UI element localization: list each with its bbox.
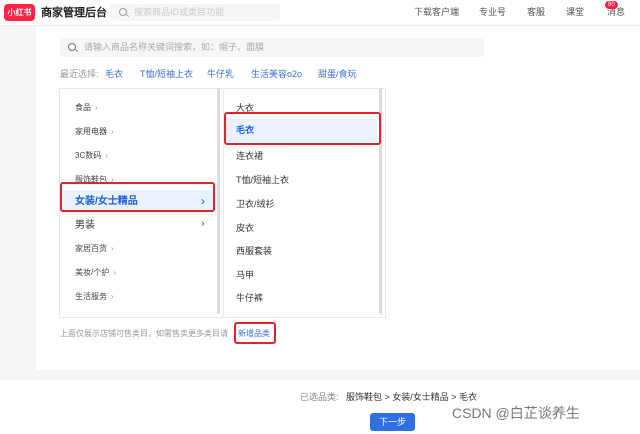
search-icon (119, 8, 127, 16)
level2-item[interactable]: 皮衣 (236, 223, 254, 234)
recent-item[interactable]: 毛衣 (105, 68, 123, 80)
chevron-right-icon: › (201, 218, 205, 230)
level2-item[interactable]: 马甲 (236, 270, 254, 281)
chevron-right-icon: › (111, 127, 114, 136)
column-divider (385, 88, 386, 318)
level1-item[interactable]: 家居百货 › (75, 244, 114, 254)
nav-pro-account[interactable]: 专业号 (479, 6, 506, 18)
watermark: CSDN @白芷谈养生 (452, 405, 580, 421)
level1-item[interactable]: 家用电器 › (75, 127, 114, 137)
top-bar: 小红书 商家管理后台 搜索商品ID或类目功能 下载客户端 专业号 客服 课堂 消… (0, 0, 640, 26)
search-icon (68, 43, 76, 51)
nav-classroom[interactable]: 课堂 (566, 6, 584, 18)
highlight-box (224, 112, 381, 145)
level1-item[interactable]: 生活服务 › (75, 292, 114, 302)
app-title: 商家管理后台 (41, 7, 107, 19)
recent-item[interactable]: 甜蛋/食玩 (318, 68, 357, 80)
level1-scrollbar[interactable] (217, 88, 220, 314)
global-search-input[interactable]: 搜索商品ID或类目功能 (110, 4, 280, 21)
recent-item[interactable]: T恤/短袖上衣 (140, 68, 193, 80)
level1-item-label: 3C数码 (75, 151, 102, 160)
level2-item[interactable]: 牛仔裤 (236, 293, 263, 304)
level1-item-label: 食品 (75, 103, 91, 112)
level2-item[interactable]: T恤/短袖上衣 (236, 175, 289, 186)
logo[interactable]: 小红书 (4, 4, 35, 21)
level1-item[interactable]: 男装 (75, 219, 95, 232)
category-search-placeholder: 请输入商品名称关键词搜索，如：帽子、面膜 (84, 42, 265, 52)
selected-category-path: 服饰鞋包 > 女装/女士精品 > 毛衣 (346, 392, 478, 402)
recent-item[interactable]: 牛仔乳 (207, 68, 234, 80)
level1-item-label: 家居百货 (75, 244, 107, 253)
recent-item[interactable]: 生活美容o2o (251, 68, 302, 80)
level2-item[interactable]: 卫衣/绒衫 (236, 199, 275, 210)
level1-item-label: 美妆/个护 (75, 268, 110, 277)
message-count-badge: 80 (605, 1, 618, 9)
global-search-placeholder: 搜索商品ID或类目功能 (134, 7, 225, 17)
chevron-right-icon: › (111, 244, 114, 253)
level1-item[interactable]: 美妆/个护 › (75, 268, 116, 278)
chevron-right-icon: › (113, 268, 116, 277)
recent-label: 最近选择: (60, 69, 99, 79)
chevron-right-icon: › (111, 292, 114, 301)
level1-item-label: 家用电器 (75, 127, 107, 136)
selected-category-label: 已选品类: (300, 392, 339, 402)
highlight-box (234, 322, 276, 344)
level1-item[interactable]: 食品 › (75, 103, 98, 113)
level1-item-label: 生活服务 (75, 292, 107, 301)
nav-customer-service[interactable]: 客服 (527, 6, 545, 18)
highlight-box (60, 182, 215, 212)
footer-note: 上面仅展示店铺可售类目，如需售卖更多类目请 (60, 329, 228, 338)
level2-item[interactable]: 连衣裙 (236, 151, 263, 162)
chevron-right-icon: › (105, 151, 108, 160)
category-search-input[interactable]: 请输入商品名称关键词搜索，如：帽子、面膜 (60, 38, 484, 57)
level2-item[interactable]: 西服套装 (236, 246, 272, 257)
chevron-right-icon: › (95, 103, 98, 112)
level1-item[interactable]: 3C数码 › (75, 151, 108, 161)
next-step-button[interactable]: 下一步 (370, 413, 415, 431)
nav-download-client[interactable]: 下载客户端 (414, 6, 459, 18)
